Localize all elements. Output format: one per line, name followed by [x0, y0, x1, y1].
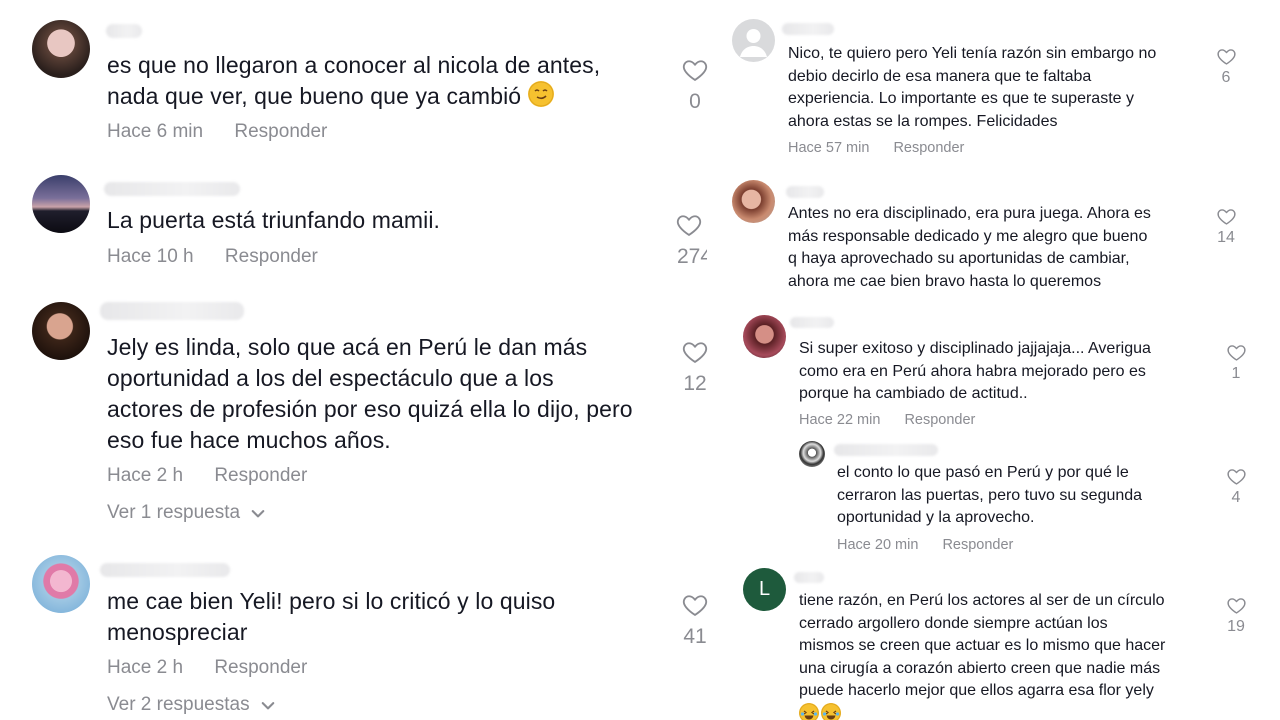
chevron-down-icon [261, 701, 275, 711]
username-redacted[interactable] [794, 572, 824, 583]
chevron-down-icon [251, 509, 265, 519]
comment-time: Hace 22 min [799, 412, 881, 428]
comment-text: La puerta está triunfando mamii. [107, 207, 441, 233]
comment-time: Hace 2 h [107, 657, 184, 678]
like-button[interactable]: 19 [1221, 595, 1251, 636]
heart-icon [1216, 206, 1237, 227]
username-redacted[interactable] [786, 186, 824, 198]
comment-time: Hace 2 h [107, 465, 184, 486]
avatar[interactable] [32, 175, 90, 233]
comment-text: Nico, te quiero pero Yeli tenía razón si… [788, 45, 1157, 130]
comment-item: me cae bien Yeli! pero si lo criticó y l… [0, 545, 716, 720]
like-button[interactable]: 274 [671, 211, 707, 269]
comment-text: tiene razón, en Perú los actores al ser … [799, 590, 1229, 720]
default-avatar-icon [740, 29, 767, 57]
comment-text: me cae bien Yeli! pero si lo criticó y l… [107, 588, 556, 645]
comment-meta: Hace 57 min Responder [788, 140, 964, 156]
username-redacted[interactable] [106, 24, 142, 38]
reply-button[interactable]: Responder [225, 246, 318, 268]
heart-icon [1226, 342, 1247, 363]
heart-icon [1216, 46, 1237, 67]
reply-button[interactable]: Responder [904, 412, 975, 428]
comment-text: es que no llegaron a conocer al nicola d… [107, 52, 601, 109]
heart-icon [681, 338, 709, 366]
reply-item: el conto lo que pasó en Perú y por qué l… [716, 435, 1280, 560]
comment-meta: Hace 6 min Responder [107, 121, 327, 143]
like-count: 41 [683, 625, 707, 648]
username-redacted[interactable] [104, 182, 240, 196]
comment-item: es que no llegaron a conocer al nicola d… [0, 0, 716, 160]
comment-item: L tiene razón, en Perú los actores al se… [716, 565, 1280, 720]
comment-item: Antes no era disciplinado, era pura jueg… [716, 170, 1280, 300]
comment-meta: Hace 20 min Responder [837, 537, 1013, 553]
comment-meta: Hace 2 h Responder [107, 657, 307, 679]
like-button[interactable]: 14 [1211, 206, 1241, 247]
like-count: 14 [1217, 229, 1235, 246]
username-redacted[interactable] [100, 302, 244, 320]
view-replies-label: Ver 1 respuesta [107, 502, 241, 523]
username-redacted[interactable] [782, 23, 834, 35]
comment-item: Jely es linda, solo que acá en Perú le d… [0, 290, 716, 540]
heart-icon [1226, 466, 1247, 487]
username-redacted[interactable] [834, 444, 938, 456]
avatar[interactable] [799, 441, 825, 467]
username-redacted[interactable] [100, 563, 230, 577]
like-button[interactable]: 41 [671, 591, 716, 649]
comment-text: Jely es linda, solo que acá en Perú le d… [107, 334, 633, 453]
right-comments-panel: Nico, te quiero pero Yeli tenía razón si… [716, 0, 1280, 720]
heart-icon [681, 56, 709, 84]
like-count: 274 [677, 245, 707, 268]
laughing-emoji [799, 702, 819, 720]
like-count: 1 [1231, 365, 1241, 382]
comment-item: Nico, te quiero pero Yeli tenía razón si… [716, 0, 1280, 170]
like-count: 4 [1231, 489, 1241, 506]
avatar[interactable] [32, 555, 90, 613]
username-redacted[interactable] [790, 317, 834, 328]
avatar[interactable] [32, 20, 90, 78]
reply-button[interactable]: Responder [893, 140, 964, 156]
heart-icon [675, 211, 703, 239]
comment-item: La puerta está triunfando mamii. Hace 10… [0, 160, 716, 290]
avatar[interactable]: L [743, 568, 786, 611]
reply-button[interactable]: Responder [214, 657, 307, 679]
comment-time: Hace 10 h [107, 246, 194, 267]
comment-meta: Hace 10 h Responder [107, 246, 318, 268]
like-count: 19 [1227, 618, 1245, 635]
like-button[interactable]: 1 [1221, 342, 1251, 383]
heart-icon [681, 591, 709, 619]
comment-text: Si super exitoso y disciplinado jajjajaj… [799, 340, 1151, 402]
view-replies-button[interactable]: Ver 2 respuestas [107, 694, 275, 716]
comment-text: el conto lo que pasó en Perú y por qué l… [837, 464, 1143, 526]
laughing-emoji [821, 702, 841, 720]
reply-button[interactable]: Responder [214, 465, 307, 487]
view-replies-label: Ver 2 respuestas [107, 694, 250, 715]
view-replies-button[interactable]: Ver 1 respuesta [107, 502, 265, 524]
avatar[interactable] [743, 315, 786, 358]
comment-item: Si super exitoso y disciplinado jajjajaj… [716, 305, 1280, 435]
like-count: 12 [683, 372, 707, 395]
like-count: 0 [689, 90, 701, 113]
smirk-emoji [527, 81, 554, 107]
like-button[interactable]: 12 [671, 338, 716, 396]
reply-button[interactable]: Responder [234, 121, 327, 143]
avatar[interactable] [732, 19, 775, 62]
comment-time: Hace 57 min [788, 140, 870, 156]
comment-time: Hace 20 min [837, 537, 919, 553]
like-button[interactable]: 4 [1221, 466, 1251, 507]
avatar[interactable] [32, 302, 90, 360]
heart-icon [1226, 595, 1247, 616]
comment-meta: Hace 2 h Responder [107, 465, 307, 487]
left-comments-panel: es que no llegaron a conocer al nicola d… [0, 0, 716, 720]
comment-text: Antes no era disciplinado, era pura jueg… [788, 205, 1151, 290]
comment-time: Hace 6 min [107, 121, 204, 142]
like-count: 6 [1221, 69, 1231, 86]
like-button[interactable]: 0 [671, 56, 716, 114]
avatar[interactable] [732, 180, 775, 223]
comment-meta: Hace 22 min Responder [799, 412, 975, 428]
like-button[interactable]: 6 [1211, 46, 1241, 87]
reply-button[interactable]: Responder [942, 537, 1013, 553]
